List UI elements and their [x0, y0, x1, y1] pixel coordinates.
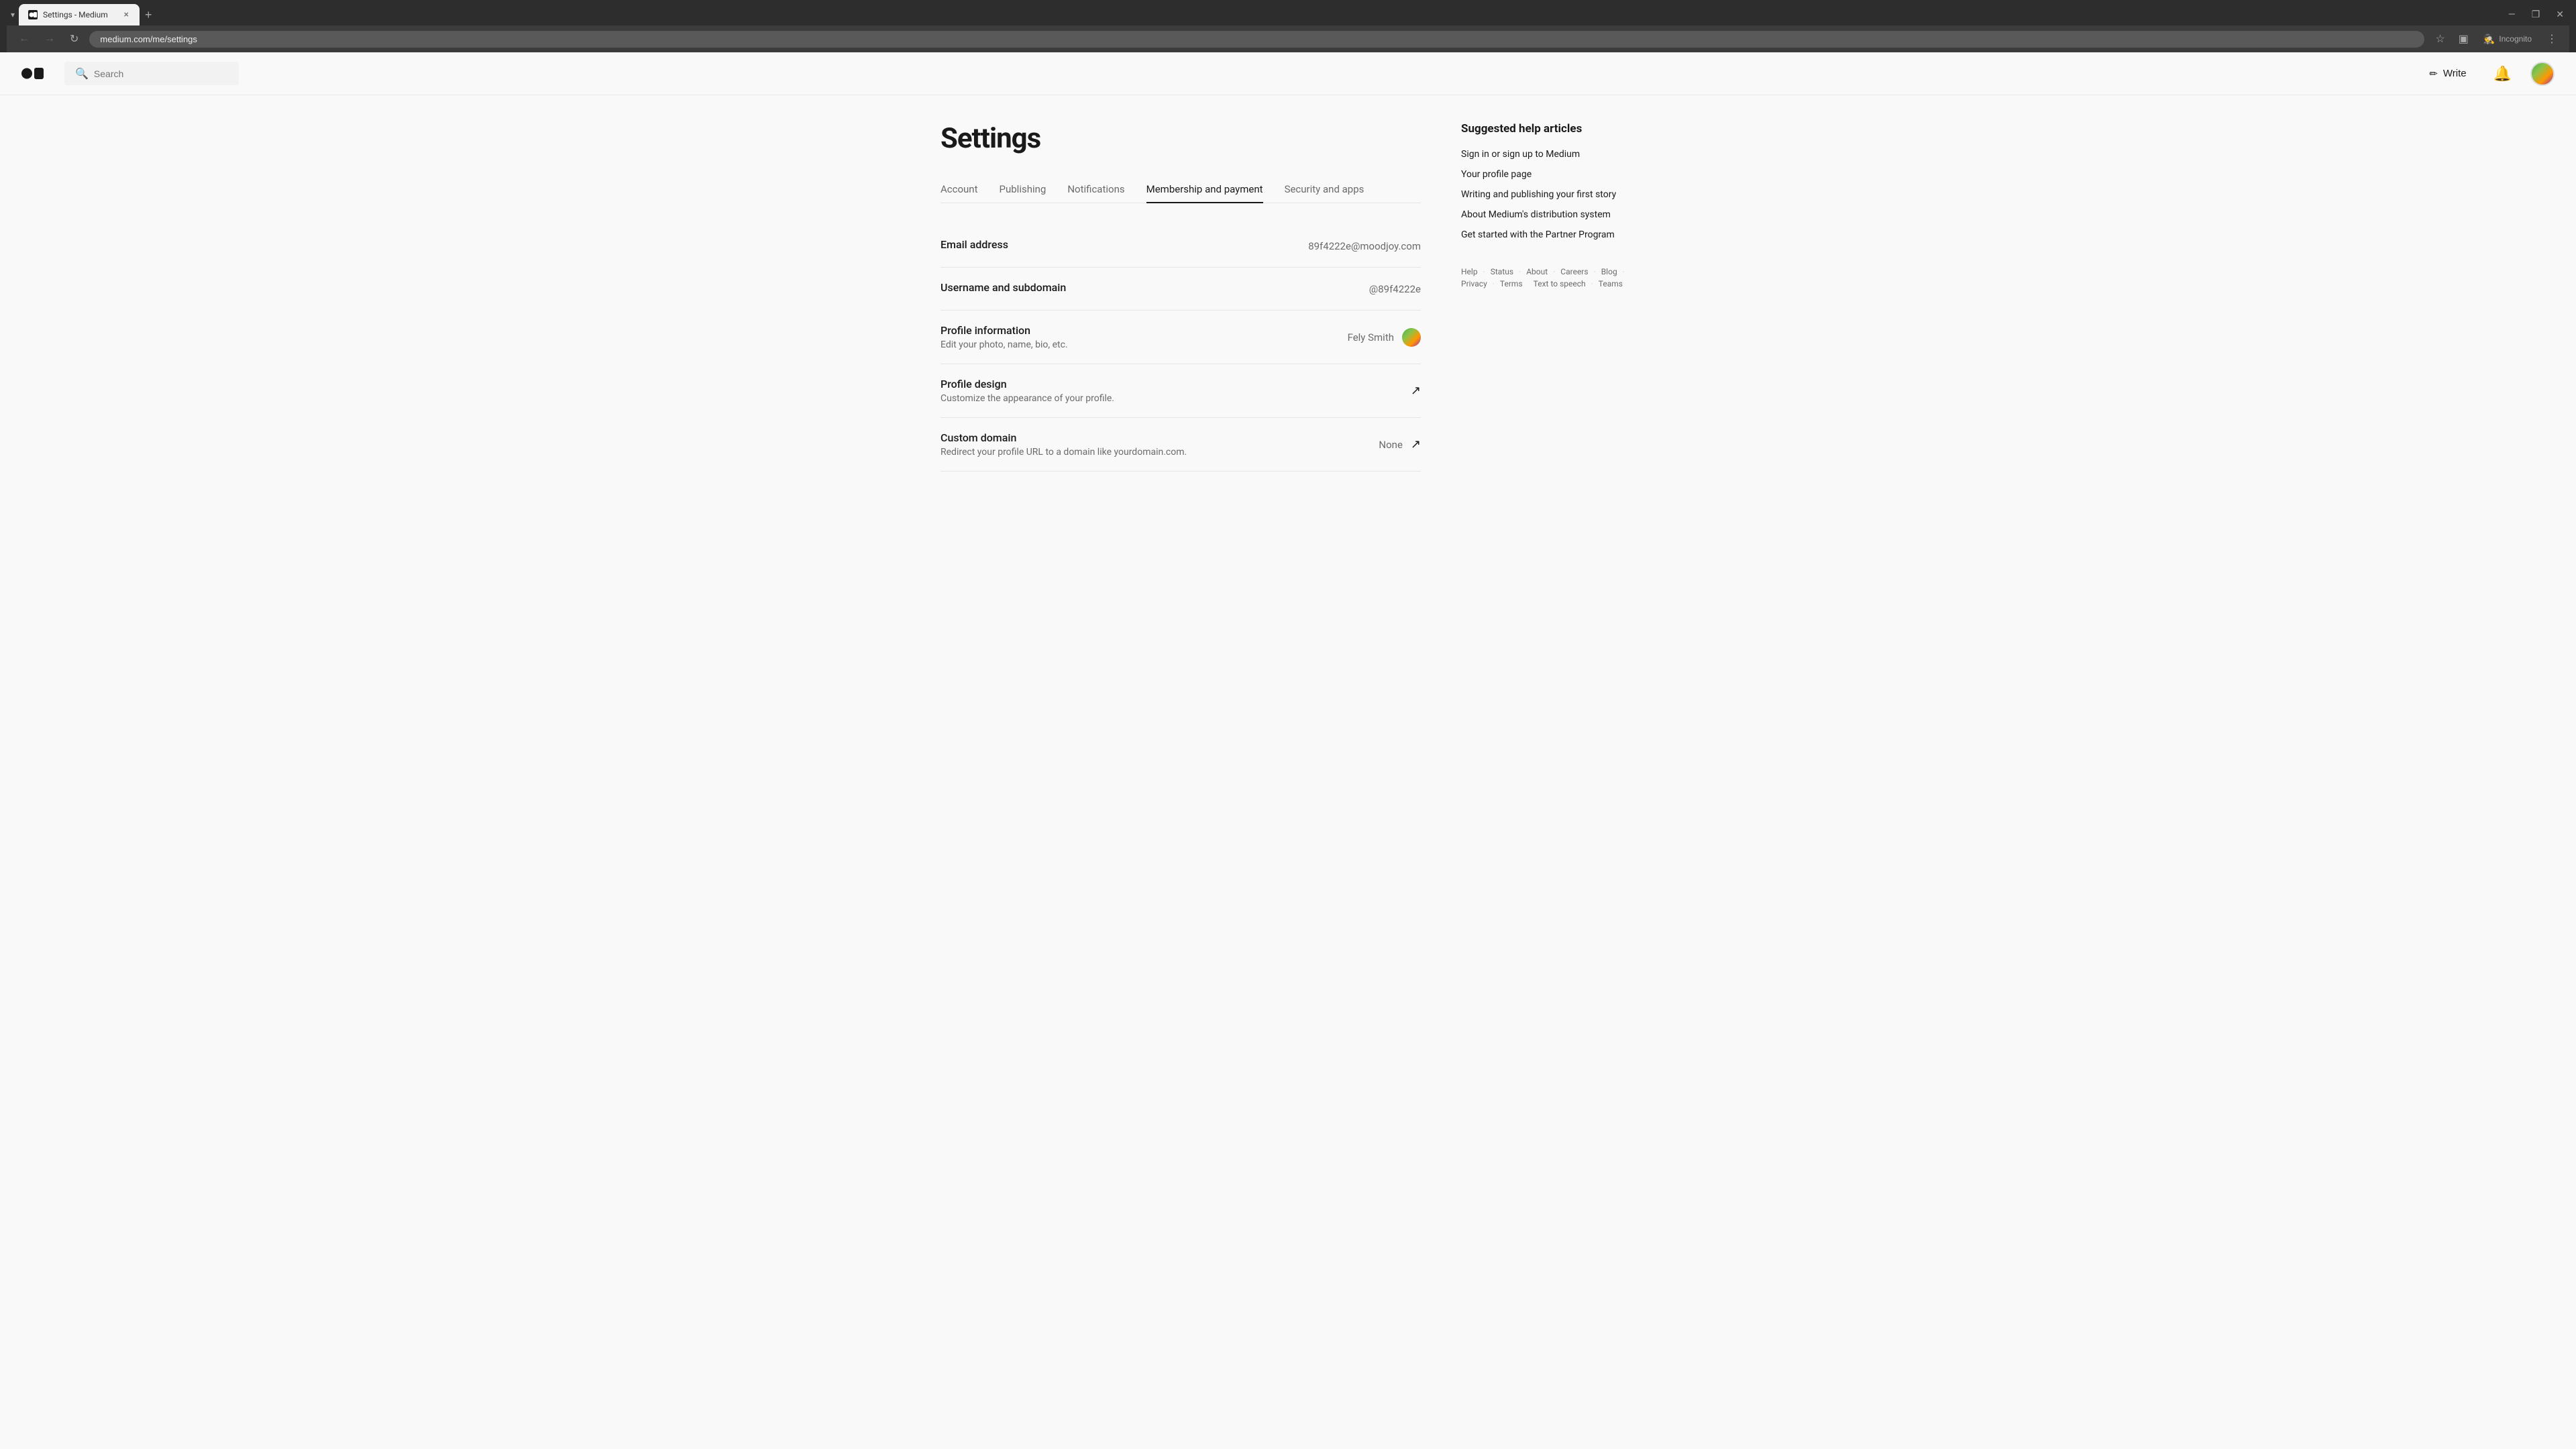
help-link-3[interactable]: About Medium's distribution system: [1461, 209, 1635, 220]
footer-terms[interactable]: Terms: [1500, 279, 1523, 288]
page-header: 🔍 ✏ Write 🔔: [0, 52, 2576, 95]
footer-help[interactable]: Help: [1461, 267, 1478, 276]
bookmark-button[interactable]: ☆: [2431, 30, 2449, 48]
profile-design-row[interactable]: Profile design Customize the appearance …: [941, 364, 1421, 418]
help-link-2[interactable]: Writing and publishing your first story: [1461, 189, 1635, 200]
page-title: Settings: [941, 122, 1421, 155]
footer-links: Help · Status · About · Careers · Blog ·…: [1461, 267, 1635, 288]
address-bar[interactable]: [89, 31, 2424, 48]
username-value: @89f4222e: [1369, 283, 1421, 295]
browser-tab[interactable]: Settings - Medium ×: [19, 4, 140, 25]
settings-content: Settings Account Publishing Notification…: [941, 122, 1421, 472]
settings-section: Email address 89f4222e@moodjoy.com Usern…: [941, 225, 1421, 472]
footer-privacy[interactable]: Privacy: [1461, 279, 1487, 288]
custom-domain-value: None ↗: [1379, 437, 1421, 451]
window-controls: — ❐ ✕: [2503, 7, 2569, 23]
username-row[interactable]: Username and subdomain @89f4222e: [941, 268, 1421, 311]
custom-domain-text: None: [1379, 439, 1403, 451]
external-link-icon: ↗: [1411, 384, 1421, 398]
help-link-4[interactable]: Get started with the Partner Program: [1461, 229, 1635, 240]
browser-toolbar: ← → ↻ ☆ ▣ 🕵 Incognito ⋮: [7, 25, 2569, 52]
medium-logo[interactable]: [21, 65, 48, 82]
tab-group-arrow[interactable]: ▾: [7, 7, 19, 22]
tab-favicon: [28, 10, 38, 19]
custom-domain-left: Custom domain Redirect your profile URL …: [941, 431, 1379, 458]
bell-icon: 🔔: [2493, 65, 2512, 82]
write-label: Write: [2443, 68, 2467, 79]
username-text: @89f4222e: [1369, 283, 1421, 295]
profile-design-desc: Customize the appearance of your profile…: [941, 393, 1411, 404]
help-link-1[interactable]: Your profile page: [1461, 169, 1635, 180]
search-bar[interactable]: 🔍: [64, 62, 239, 85]
browser-chrome: ▾ Settings - Medium × + — ❐ ✕ ← → ↻ ☆ ▣: [0, 0, 2576, 52]
tab-account[interactable]: Account: [941, 176, 978, 203]
tab-publishing[interactable]: Publishing: [1000, 176, 1046, 203]
incognito-icon: 🕵: [2483, 34, 2495, 45]
username-label: Username and subdomain: [941, 281, 1369, 294]
custom-domain-row[interactable]: Custom domain Redirect your profile URL …: [941, 418, 1421, 472]
help-link-0[interactable]: Sign in or sign up to Medium: [1461, 149, 1635, 160]
profile-info-value: Fely Smith: [1348, 328, 1421, 347]
footer-tts[interactable]: Text to speech: [1534, 279, 1586, 288]
profile-design-label: Profile design: [941, 378, 1411, 390]
header-right: ✏ Write 🔔: [2421, 62, 2555, 86]
custom-domain-label: Custom domain: [941, 431, 1379, 444]
toolbar-actions: ☆ ▣ 🕵 Incognito ⋮: [2431, 30, 2561, 48]
profile-info-desc: Edit your photo, name, bio, etc.: [941, 339, 1348, 350]
footer-about[interactable]: About: [1526, 267, 1548, 276]
tab-security[interactable]: Security and apps: [1285, 176, 1364, 203]
profile-design-value: ↗: [1411, 384, 1421, 398]
sidebar-toggle-button[interactable]: ▣: [2455, 30, 2473, 48]
search-icon: 🔍: [75, 67, 89, 80]
forward-button[interactable]: →: [40, 30, 59, 48]
notifications-button[interactable]: 🔔: [2491, 62, 2514, 85]
footer-status[interactable]: Status: [1491, 267, 1513, 276]
email-label: Email address: [941, 238, 1308, 251]
profile-info-row[interactable]: Profile information Edit your photo, nam…: [941, 311, 1421, 364]
search-input[interactable]: [94, 68, 228, 79]
profile-info-label: Profile information: [941, 324, 1348, 337]
tab-title: Settings - Medium: [43, 10, 117, 19]
sidebar-title: Suggested help articles: [1461, 122, 1635, 136]
logo-svg: [21, 65, 48, 82]
profile-name: Fely Smith: [1348, 331, 1394, 343]
username-row-left: Username and subdomain: [941, 281, 1369, 297]
settings-tabs: Account Publishing Notifications Members…: [941, 176, 1421, 203]
email-address: 89f4222e@moodjoy.com: [1308, 240, 1421, 252]
write-icon: ✏: [2429, 68, 2438, 80]
profile-design-left: Profile design Customize the appearance …: [941, 378, 1411, 404]
email-row[interactable]: Email address 89f4222e@moodjoy.com: [941, 225, 1421, 268]
back-button[interactable]: ←: [15, 30, 34, 48]
avatar[interactable]: [2530, 62, 2555, 86]
minimize-button[interactable]: —: [2503, 7, 2521, 23]
reload-button[interactable]: ↻: [66, 30, 83, 48]
profile-info-left: Profile information Edit your photo, nam…: [941, 324, 1348, 350]
incognito-button[interactable]: 🕵 Incognito: [2478, 31, 2537, 48]
close-button[interactable]: ✕: [2551, 7, 2569, 23]
profile-avatar: [1402, 328, 1421, 347]
more-button[interactable]: ⋮: [2542, 30, 2561, 48]
email-value: 89f4222e@moodjoy.com: [1308, 240, 1421, 252]
email-row-left: Email address: [941, 238, 1308, 254]
footer-blog[interactable]: Blog: [1601, 267, 1617, 276]
incognito-label: Incognito: [2499, 34, 2532, 44]
custom-domain-external-icon: ↗: [1411, 437, 1421, 451]
tab-close-btn[interactable]: ×: [123, 8, 130, 21]
settings-sidebar: Suggested help articles Sign in or sign …: [1461, 122, 1635, 472]
tab-membership[interactable]: Membership and payment: [1146, 176, 1263, 203]
footer-teams[interactable]: Teams: [1599, 279, 1623, 288]
new-tab-button[interactable]: +: [140, 5, 158, 25]
maximize-button[interactable]: ❐: [2526, 7, 2546, 23]
footer-careers[interactable]: Careers: [1560, 267, 1588, 276]
custom-domain-desc: Redirect your profile URL to a domain li…: [941, 447, 1379, 458]
main-layout: Settings Account Publishing Notification…: [919, 95, 1657, 498]
write-button[interactable]: ✏ Write: [2421, 64, 2474, 84]
tab-notifications[interactable]: Notifications: [1067, 176, 1124, 203]
